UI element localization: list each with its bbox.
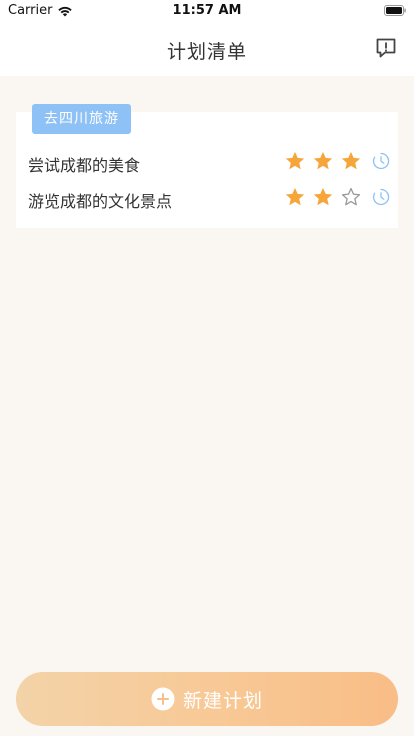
battery-icon xyxy=(384,5,406,16)
plan-item-text: 尝试成都的美食 xyxy=(28,156,141,175)
star-filled-icon[interactable] xyxy=(312,150,334,172)
clock-icon[interactable] xyxy=(372,152,390,170)
status-bar: Carrier 11:57 AM xyxy=(0,0,414,22)
star-filled-icon[interactable] xyxy=(312,186,334,208)
star-filled-icon[interactable] xyxy=(284,150,306,172)
star-filled-icon[interactable] xyxy=(340,150,362,172)
new-plan-button-label: 新建计划 xyxy=(182,689,263,712)
clock-icon[interactable] xyxy=(372,188,390,206)
rating-stars xyxy=(278,186,362,208)
nav-bar: 计划清单 xyxy=(0,22,414,76)
star-empty-icon[interactable] xyxy=(340,186,362,208)
new-plan-button[interactable]: 新建计划 xyxy=(16,672,398,726)
plan-card[interactable]: 去四川旅游 尝试成都的美食 游览成都的文化景点 xyxy=(16,104,398,228)
rating-stars xyxy=(278,150,362,172)
star-filled-icon[interactable] xyxy=(284,186,306,208)
page-title: 计划清单 xyxy=(166,41,247,63)
plan-category-tag[interactable]: 去四川旅游 xyxy=(32,104,131,134)
feedback-exclamation-icon[interactable] xyxy=(374,36,398,60)
plus-circle-icon xyxy=(151,687,175,711)
plan-item[interactable]: 尝试成都的美食 xyxy=(28,148,390,176)
status-time: 11:57 AM xyxy=(172,3,242,18)
plan-item[interactable]: 游览成都的文化景点 xyxy=(28,184,390,212)
plan-item-text: 游览成都的文化景点 xyxy=(28,192,173,211)
